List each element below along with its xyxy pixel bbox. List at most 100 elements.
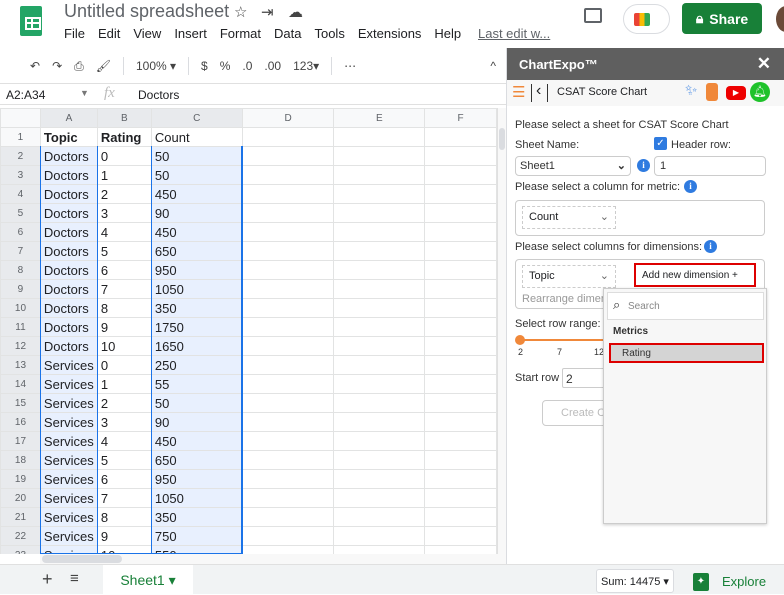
cell[interactable] [241,469,335,489]
dimension-select[interactable]: Topic ⌄ [522,265,616,288]
cell[interactable] [333,184,426,204]
cell[interactable] [424,469,497,489]
cell[interactable]: 2 [96,393,152,413]
add-dimension-button[interactable]: Add new dimension + [634,263,756,287]
cell[interactable]: 6 [96,260,152,280]
dropdown-item-rating[interactable]: Rating [609,343,764,363]
cell[interactable] [424,241,497,261]
cell[interactable] [241,450,335,470]
cell[interactable] [241,298,335,318]
cell[interactable]: Services [39,545,98,554]
cell[interactable]: 5 [96,450,152,470]
cell[interactable] [241,165,335,185]
cell[interactable] [241,241,335,261]
cell[interactable] [424,374,497,394]
menu-view[interactable]: View [133,26,161,41]
cell[interactable]: Services [39,507,98,527]
database-add-icon[interactable] [706,83,718,101]
row-header[interactable]: 6 [0,222,41,242]
cell[interactable] [333,298,426,318]
cell[interactable] [424,279,497,299]
cell[interactable] [424,431,497,451]
cell[interactable] [241,488,335,508]
row-range-track[interactable] [519,339,609,341]
cell[interactable] [333,507,426,527]
cell[interactable] [333,336,426,356]
cell[interactable] [241,374,335,394]
paint-format-icon[interactable]: 🖌︎ [96,59,111,73]
cell[interactable] [333,241,426,261]
cell[interactable] [333,165,426,185]
cell[interactable] [333,260,426,280]
cell[interactable]: Services [39,450,98,470]
cell[interactable] [333,355,426,375]
cell[interactable]: 450 [150,431,243,451]
header-row-checkbox[interactable]: ✓ [654,137,667,150]
undo-icon[interactable]: ↶ [30,59,40,73]
cell[interactable] [333,412,426,432]
cell[interactable]: 1 [96,165,152,185]
menu-help[interactable]: Help [434,26,461,41]
header-row-input[interactable]: 1 [654,156,766,176]
cell[interactable] [424,317,497,337]
cell[interactable]: 7 [96,488,152,508]
cell[interactable]: 650 [150,241,243,261]
cell[interactable] [424,203,497,223]
cell[interactable]: 750 [150,526,243,546]
cell[interactable]: 50 [150,165,243,185]
row-header[interactable]: 15 [0,393,41,413]
cell[interactable]: Doctors [39,317,98,337]
cell[interactable] [333,222,426,242]
cell[interactable] [424,507,497,527]
cell[interactable]: 50 [150,393,243,413]
menu-data[interactable]: Data [274,26,301,41]
cell[interactable]: 450 [150,184,243,204]
cell[interactable] [424,545,497,554]
cell[interactable] [241,336,335,356]
cell[interactable]: 1750 [150,317,243,337]
cell[interactable] [241,222,335,242]
cell[interactable]: Doctors [39,146,98,166]
row-header[interactable]: 22 [0,526,41,546]
doc-title[interactable]: Untitled spreadsheet [64,1,229,22]
cell[interactable] [241,279,335,299]
cell[interactable]: Doctors [39,203,98,223]
cell[interactable]: 550 [150,545,243,554]
cell[interactable] [424,165,497,185]
cell[interactable]: 1050 [150,279,243,299]
cell[interactable] [241,545,335,554]
row-header[interactable]: 2 [0,146,41,166]
row-header[interactable]: 9 [0,279,41,299]
cell[interactable]: 650 [150,450,243,470]
star-icon[interactable]: ☆ [234,3,247,21]
close-icon[interactable]: ✕ [757,54,771,74]
cell[interactable] [424,260,497,280]
cell[interactable]: 55 [150,374,243,394]
cell[interactable] [333,545,426,554]
cell[interactable] [333,279,426,299]
cell[interactable]: Services [39,374,98,394]
cell[interactable] [241,526,335,546]
cell[interactable] [241,431,335,451]
cell[interactable]: Doctors [39,279,98,299]
cell[interactable]: 90 [150,203,243,223]
cell[interactable] [241,393,335,413]
cell[interactable] [424,222,497,242]
row-header[interactable]: 4 [0,184,41,204]
cell[interactable]: Doctors [39,336,98,356]
row-header[interactable]: 18 [0,450,41,470]
cell[interactable]: 250 [150,355,243,375]
cell[interactable] [333,488,426,508]
cell[interactable]: 4 [96,222,152,242]
header-cell[interactable]: Count [150,127,243,147]
cell[interactable] [241,146,335,166]
cell[interactable]: 10 [96,545,152,554]
scroll-thumb[interactable] [42,555,122,563]
cell[interactable]: Doctors [39,184,98,204]
row-header[interactable]: 11 [0,317,41,337]
cell[interactable] [424,526,497,546]
cell[interactable]: Services [39,355,98,375]
row-header[interactable]: 16 [0,412,41,432]
row-header[interactable]: 12 [0,336,41,356]
cell[interactable] [333,127,426,147]
